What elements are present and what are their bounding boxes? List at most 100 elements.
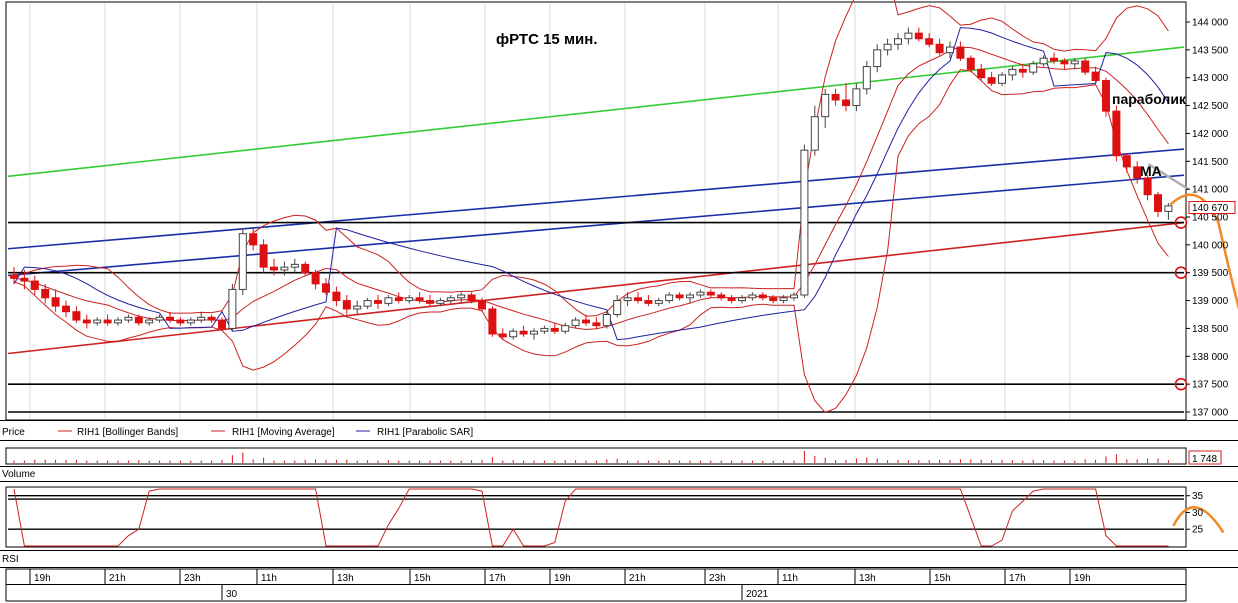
candle-body [675,294,684,299]
candle-body [1008,68,1017,76]
time-hour-label: 17h [489,573,506,584]
time-hour-label: 19h [34,573,51,584]
candle-body [758,294,767,299]
candle-body [228,288,237,329]
candle-body [987,77,996,84]
candle-body [124,316,133,321]
candle-body [706,291,715,296]
candle-body [862,66,871,90]
legend-ma: RIH1 [Moving Average] [232,427,335,438]
time-hour-label: 21h [629,573,646,584]
candle-body [956,46,965,59]
candle-body [696,291,705,296]
candle-body [290,263,299,268]
candle-body [550,327,559,332]
candle-body [509,330,518,338]
candle-body [311,272,320,285]
candle-body [114,319,122,324]
candle-body [72,311,81,321]
candle-body [1122,155,1131,168]
time-hour-label: 17h [1009,573,1026,584]
candle-body [394,297,403,302]
price-y-axis: 137 000 137 500 138 000 138 500 139 000 139 5… [1186,18,1236,419]
candle-body [540,327,549,332]
candle-body [769,297,778,302]
candle-body [1081,60,1090,73]
candle-body [166,316,174,321]
candle-body [155,316,164,321]
candle-body [748,294,757,299]
candle-body [1070,60,1079,65]
candle-body [946,46,954,54]
price-tick-label: 139 000 [1192,296,1229,307]
price-tick-label: 138 000 [1192,352,1229,363]
candle-body [935,43,944,54]
annotation-parabolic: параболик [1112,91,1187,107]
candle-body [1164,205,1173,212]
annotation-ma: МА [1140,163,1162,179]
price-tick-label: 143 000 [1192,73,1229,84]
candle-body [717,294,726,299]
candle-body [238,233,247,290]
candle-body [790,294,798,299]
candle-body [426,300,434,304]
candle-body [602,314,611,327]
candle-body [82,319,91,324]
time-day-label: 2021 [746,589,769,600]
candle-body [925,38,934,45]
candle-body [1154,194,1162,212]
candle-body [384,297,393,304]
candle-body [498,333,507,338]
price-tick-label: 144 000 [1192,18,1229,29]
candle-body [966,57,975,70]
candle-body [644,300,653,304]
price-tick-label: 140 000 [1192,240,1229,251]
candle-body [883,43,892,51]
candle-body [322,283,330,293]
legend-bollinger: RIH1 [Bollinger Bands] [77,427,178,438]
time-hour-label: 11h [261,573,277,584]
chart-title: фРТС 15 мин. [496,31,598,48]
time-hour-label: 13h [859,573,876,584]
candle-body [634,297,642,302]
price-panel [5,1,1187,421]
candle-body [977,68,986,79]
candle-body [103,319,112,324]
last-price-label: 140 670 [1192,203,1229,214]
candle-body [727,297,736,302]
candle-body [1143,177,1152,196]
candle-body [831,93,840,101]
candle-body [478,300,486,310]
time-hour-label: 13h [337,573,354,584]
candle-body [415,297,424,302]
time-hour-label: 15h [934,573,951,584]
candle-body [530,330,538,335]
candle-body [20,277,29,282]
candle-body [1050,57,1058,62]
candle-body [738,297,746,302]
candle-body [998,74,1006,84]
candle-body [467,294,476,302]
candle-body [259,244,268,268]
price-tick-label: 141 500 [1192,157,1229,168]
time-hour-label: 23h [709,573,726,584]
candle-body [488,308,497,335]
candle-body [1112,110,1121,157]
candle-body [1029,63,1038,73]
candle-body [873,49,882,68]
price-tick-label: 137 500 [1192,380,1229,391]
price-tick-label: 142 000 [1192,129,1229,140]
price-tick-label: 137 000 [1192,408,1229,419]
candle-body [134,316,143,324]
candle-body [779,297,788,302]
candle-body [41,288,50,299]
time-hour-label: 19h [554,573,571,584]
candle-body [332,291,341,302]
price-tick-label: 139 500 [1192,268,1229,279]
candle-body [1091,71,1100,82]
candle-body [207,316,216,321]
candle-body [800,149,809,296]
candle-body [592,322,601,327]
candle-body [374,300,382,304]
candle-body [665,294,674,302]
